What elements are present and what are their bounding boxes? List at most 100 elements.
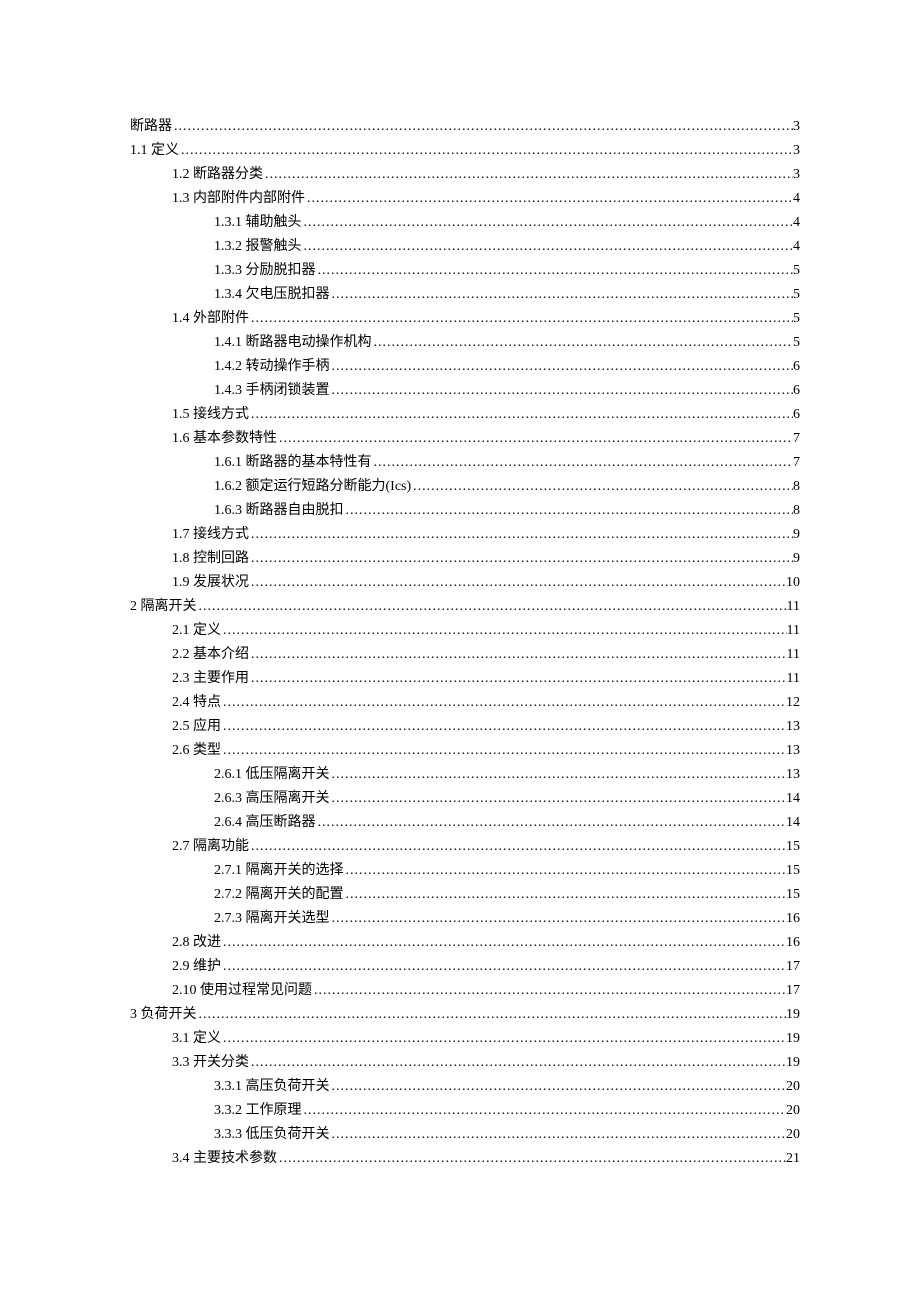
toc-label: 2.6.4 高压断路器 — [214, 811, 316, 835]
toc-page-number: 21 — [786, 1147, 800, 1171]
toc-entry[interactable]: 1.3.4 欠电压脱扣器5 — [130, 283, 800, 307]
toc-entry[interactable]: 1.6.3 断路器自由脱扣8 — [130, 499, 800, 523]
toc-leader — [221, 931, 786, 955]
toc-label: 1.4.1 断路器电动操作机构 — [214, 331, 372, 355]
toc-entry[interactable]: 2.7.3 隔离开关选型16 — [130, 907, 800, 931]
toc-entry[interactable]: 1.4.3 手柄闭锁装置6 — [130, 379, 800, 403]
toc-leader — [263, 163, 793, 187]
toc-entry[interactable]: 1.3.3 分励脱扣器5 — [130, 259, 800, 283]
toc-entry[interactable]: 1.6.1 断路器的基本特性有7 — [130, 451, 800, 475]
toc-page-number: 7 — [793, 451, 800, 475]
toc-entry[interactable]: 2.4 特点12 — [130, 691, 800, 715]
toc-label: 1.6.2 额定运行短路分断能力(Ics) — [214, 475, 411, 499]
toc-page-number: 17 — [786, 979, 800, 1003]
toc-label: 2.6.3 高压隔离开关 — [214, 787, 330, 811]
toc-label: 2.1 定义 — [172, 619, 221, 643]
toc-label: 1.8 控制回路 — [172, 547, 249, 571]
table-of-contents: 断路器31.1 定义31.2 断路器分类31.3 内部附件内部附件41.3.1 … — [130, 115, 800, 1171]
toc-entry[interactable]: 2.1 定义11 — [130, 619, 800, 643]
toc-leader — [305, 187, 793, 211]
toc-leader — [221, 619, 787, 643]
toc-entry[interactable]: 2.6 类型13 — [130, 739, 800, 763]
toc-leader — [330, 1123, 787, 1147]
toc-label: 1.9 发展状况 — [172, 571, 249, 595]
toc-page-number: 14 — [786, 787, 800, 811]
toc-label: 1.3.4 欠电压脱扣器 — [214, 283, 330, 307]
toc-entry[interactable]: 1.3.2 报警触头4 — [130, 235, 800, 259]
toc-entry[interactable]: 断路器3 — [130, 115, 800, 139]
toc-entry[interactable]: 1.2 断路器分类3 — [130, 163, 800, 187]
toc-entry[interactable]: 1.4.2 转动操作手柄6 — [130, 355, 800, 379]
toc-label: 2.9 维护 — [172, 955, 221, 979]
toc-entry[interactable]: 1.7 接线方式9 — [130, 523, 800, 547]
toc-entry[interactable]: 2.2 基本介绍11 — [130, 643, 800, 667]
toc-leader — [277, 427, 793, 451]
toc-label: 2.10 使用过程常见问题 — [172, 979, 312, 1003]
toc-leader — [249, 403, 793, 427]
toc-entry[interactable]: 2.5 应用13 — [130, 715, 800, 739]
toc-page-number: 8 — [793, 475, 800, 499]
toc-entry[interactable]: 1.6.2 额定运行短路分断能力(Ics) 8 — [130, 475, 800, 499]
toc-entry[interactable]: 3.1 定义19 — [130, 1027, 800, 1051]
toc-entry[interactable]: 2.7.1 隔离开关的选择15 — [130, 859, 800, 883]
toc-entry[interactable]: 2.6.4 高压断路器14 — [130, 811, 800, 835]
toc-leader — [249, 571, 786, 595]
toc-label: 1.4.2 转动操作手柄 — [214, 355, 330, 379]
toc-entry[interactable]: 2.6.1 低压隔离开关13 — [130, 763, 800, 787]
toc-entry[interactable]: 2.3 主要作用11 — [130, 667, 800, 691]
toc-entry[interactable]: 1.3.1 辅助触头4 — [130, 211, 800, 235]
toc-entry[interactable]: 1.4 外部附件5 — [130, 307, 800, 331]
toc-entry[interactable]: 1.8 控制回路9 — [130, 547, 800, 571]
toc-entry[interactable]: 2.7.2 隔离开关的配置 15 — [130, 883, 800, 907]
toc-leader — [197, 1003, 787, 1027]
toc-entry[interactable]: 1.4.1 断路器电动操作机构5 — [130, 331, 800, 355]
toc-entry[interactable]: 1.6 基本参数特性7 — [130, 427, 800, 451]
toc-leader — [330, 379, 794, 403]
toc-page-number: 20 — [786, 1099, 800, 1123]
toc-page-number: 15 — [786, 883, 800, 907]
toc-leader — [372, 451, 794, 475]
toc-entry[interactable]: 2.10 使用过程常见问题 17 — [130, 979, 800, 1003]
toc-label: 3.3 开关分类 — [172, 1051, 249, 1075]
toc-label: 2.6.1 低压隔离开关 — [214, 763, 330, 787]
toc-leader — [249, 523, 793, 547]
toc-page-number: 16 — [786, 907, 800, 931]
toc-label: 2.5 应用 — [172, 715, 221, 739]
toc-leader — [249, 643, 787, 667]
toc-entry[interactable]: 1.3 内部附件内部附件4 — [130, 187, 800, 211]
toc-leader — [172, 115, 793, 139]
toc-entry[interactable]: 3.3.2 工作原理 20 — [130, 1099, 800, 1123]
toc-label: 2.6 类型 — [172, 739, 221, 763]
toc-label: 断路器 — [130, 115, 172, 139]
toc-label: 3.3.3 低压负荷开关 — [214, 1123, 330, 1147]
toc-leader — [330, 907, 787, 931]
toc-entry[interactable]: 3.3.1 高压负荷开关20 — [130, 1075, 800, 1099]
toc-page-number: 8 — [793, 499, 800, 523]
toc-leader — [411, 475, 793, 499]
toc-entry[interactable]: 2 隔离开关11 — [130, 595, 800, 619]
toc-page-number: 7 — [793, 427, 800, 451]
toc-entry[interactable]: 3.3.3 低压负荷开关 20 — [130, 1123, 800, 1147]
toc-leader — [312, 979, 786, 1003]
toc-entry[interactable]: 1.5 接线方式6 — [130, 403, 800, 427]
toc-entry[interactable]: 3 负荷开关19 — [130, 1003, 800, 1027]
toc-label: 2.2 基本介绍 — [172, 643, 249, 667]
toc-label: 3 负荷开关 — [130, 1003, 197, 1027]
toc-entry[interactable]: 1.9 发展状况10 — [130, 571, 800, 595]
toc-label: 3.3.2 工作原理 — [214, 1099, 302, 1123]
toc-entry[interactable]: 2.9 维护17 — [130, 955, 800, 979]
toc-entry[interactable]: 2.8 改进16 — [130, 931, 800, 955]
toc-entry[interactable]: 3.4 主要技术参数21 — [130, 1147, 800, 1171]
toc-leader — [344, 499, 794, 523]
toc-label: 2.7 隔离功能 — [172, 835, 249, 859]
toc-leader — [249, 307, 793, 331]
toc-entry[interactable]: 1.1 定义3 — [130, 139, 800, 163]
toc-entry[interactable]: 3.3 开关分类19 — [130, 1051, 800, 1075]
toc-label: 2.7.2 隔离开关的配置 — [214, 883, 344, 907]
toc-leader — [249, 667, 787, 691]
toc-label: 2.4 特点 — [172, 691, 221, 715]
toc-page-number: 20 — [786, 1123, 800, 1147]
toc-entry[interactable]: 2.7 隔离功能15 — [130, 835, 800, 859]
toc-entry[interactable]: 2.6.3 高压隔离开关 14 — [130, 787, 800, 811]
toc-label: 1.7 接线方式 — [172, 523, 249, 547]
